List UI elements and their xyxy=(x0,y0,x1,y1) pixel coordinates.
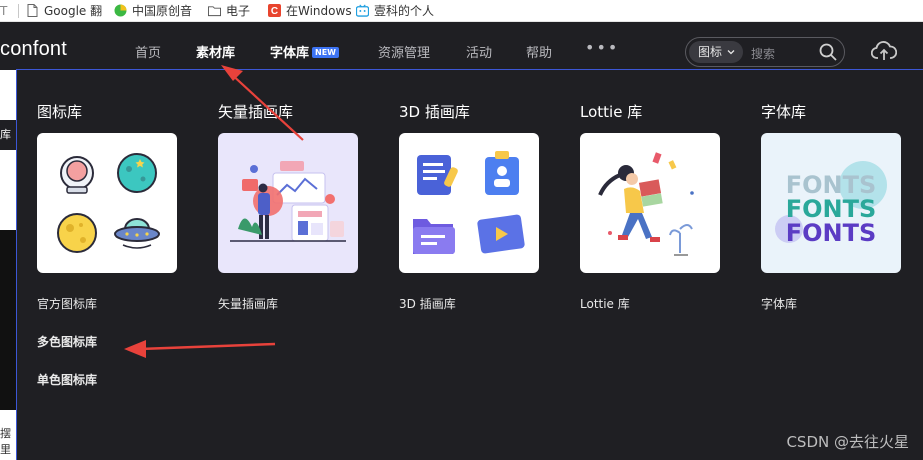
bookmark-separator xyxy=(18,3,19,18)
bookmark-label: 壹科的个人 xyxy=(374,4,435,18)
search-category-label: 图标 xyxy=(698,45,723,59)
nav-home[interactable]: 首页 xyxy=(135,42,161,61)
bookmark-label: 电子 xyxy=(226,4,251,18)
folder-icon xyxy=(208,4,221,17)
link-monochrome-icons[interactable]: 单色图标库 xyxy=(37,372,97,388)
more-menu-button[interactable]: ••• xyxy=(585,38,619,57)
font-library-links: 字体库 xyxy=(761,296,797,334)
vector-illustration-thumbnail[interactable] xyxy=(218,133,358,273)
page-side-tab[interactable]: 库 xyxy=(0,120,16,150)
column-title: Lottie 库 xyxy=(580,103,643,121)
site-logo[interactable]: confont xyxy=(0,38,67,61)
link-font-library[interactable]: 字体库 xyxy=(761,296,797,312)
watermark: CSDN @去往火星 xyxy=(786,433,909,451)
bookmark-windows[interactable]: C 在Windows xyxy=(268,0,356,22)
nav-fonts[interactable]: 字体库 NEW xyxy=(270,42,339,61)
svg-text:C: C xyxy=(271,6,278,17)
vector-scene-illustration xyxy=(230,161,346,242)
astronaut-icon xyxy=(60,156,94,194)
bookmark-music-site[interactable]: 中国原创音 xyxy=(114,0,206,22)
csdn-c-icon: C xyxy=(268,4,281,17)
bookmarks-bar: T Google 翻 中国原创音 电子 C 在Windows 壹科的个人 xyxy=(0,0,923,22)
lottie-thumbnail[interactable] xyxy=(580,133,720,273)
fonts-preview-line-3: FONTS xyxy=(786,219,877,247)
bookmark-electronics[interactable]: 电子 xyxy=(208,0,268,22)
nav-help[interactable]: 帮助 xyxy=(526,42,552,61)
column-title: 矢量插画库 xyxy=(218,103,294,121)
link-vector-illustration[interactable]: 矢量插画库 xyxy=(218,296,278,312)
upload-icon[interactable] xyxy=(870,40,898,66)
music-leaf-icon xyxy=(114,4,127,17)
document-3d-icon xyxy=(417,155,458,195)
3d-illustration-links: 3D 插画库 xyxy=(399,296,456,334)
nav-resource-management[interactable]: 资源管理 xyxy=(378,42,430,61)
icon-library-links: 官方图标库 多色图标库 单色图标库 xyxy=(37,296,97,410)
link-multicolor-icons[interactable]: 多色图标库 xyxy=(37,334,97,350)
video-3d-icon xyxy=(477,214,525,254)
materials-dropdown-panel: 图标库 官方图标库 多色图标库 单色图标库 矢量插画库 矢量插画库 3D 插画库… xyxy=(16,69,923,460)
planet-icon xyxy=(117,153,157,193)
link-official-icons[interactable]: 官方图标库 xyxy=(37,296,97,312)
girl-carrying-boxes-illustration xyxy=(598,152,694,256)
bookmark-0[interactable]: T xyxy=(0,0,14,22)
column-title: 字体库 xyxy=(761,103,807,121)
nav-activities[interactable]: 活动 xyxy=(466,42,492,61)
bilibili-icon xyxy=(356,4,369,17)
search-box: 图标 搜索 xyxy=(685,37,845,67)
nav-materials[interactable]: 素材库 xyxy=(196,42,235,61)
3d-illustration-thumbnail[interactable] xyxy=(399,133,539,273)
page-side-text: 摆里 xyxy=(0,425,16,460)
bookmark-label: 在Windows xyxy=(286,4,352,18)
column-title: 图标库 xyxy=(37,103,83,121)
bookmark-label: Google 翻 xyxy=(44,4,103,18)
bookmark-label: T xyxy=(0,3,8,18)
search-input[interactable]: 搜索 xyxy=(751,45,775,62)
page-side-block xyxy=(0,230,16,410)
column-title: 3D 插画库 xyxy=(399,103,470,121)
link-lottie[interactable]: Lottie 库 xyxy=(580,296,630,312)
bookmark-label: 中国原创音 xyxy=(132,4,193,18)
id-card-3d-icon xyxy=(485,151,519,195)
nav-fonts-label: 字体库 xyxy=(270,46,310,61)
document-icon xyxy=(26,4,39,17)
folder-3d-icon xyxy=(413,219,455,254)
link-3d-illustration[interactable]: 3D 插画库 xyxy=(399,296,456,312)
font-library-thumbnail[interactable]: FONTS FONTS FONTS xyxy=(761,133,901,273)
vector-illustration-links: 矢量插画库 xyxy=(218,296,278,334)
moon-icon xyxy=(57,213,97,253)
lottie-links: Lottie 库 xyxy=(580,296,630,334)
search-icon[interactable] xyxy=(819,43,837,65)
bookmark-personal[interactable]: 壹科的个人 xyxy=(356,0,438,22)
chevron-down-icon xyxy=(727,41,735,72)
icon-library-thumbnail[interactable] xyxy=(37,133,177,273)
new-badge: NEW xyxy=(312,47,339,58)
search-category-select[interactable]: 图标 xyxy=(689,41,743,63)
ufo-icon xyxy=(114,218,160,249)
bookmark-google-translate[interactable]: Google 翻 xyxy=(26,0,108,22)
